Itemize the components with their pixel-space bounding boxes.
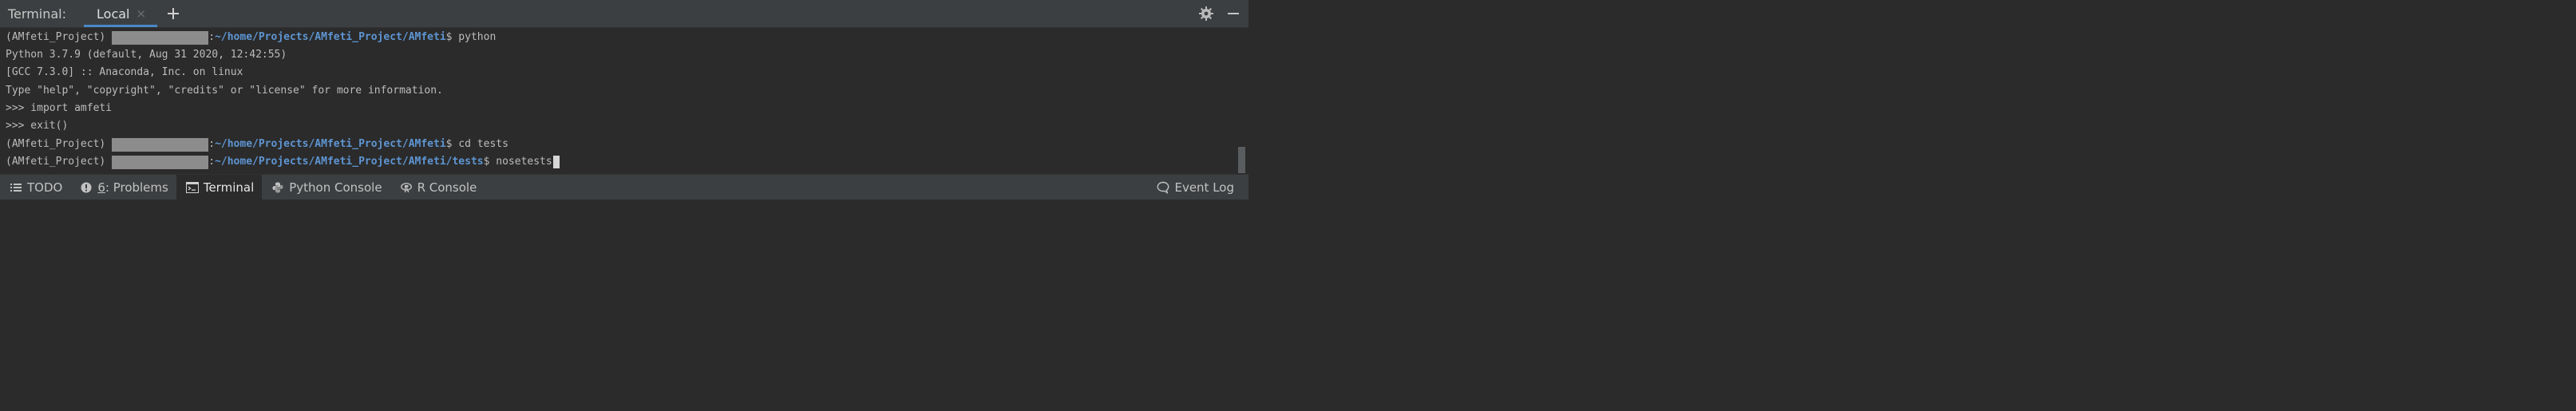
terminal-line: (AMfeti_Project) : ~/home/Projects/AMfet… <box>6 155 560 169</box>
terminal-header: Terminal: Local × <box>0 0 1248 28</box>
conda-env: (AMfeti_Project) <box>6 138 106 150</box>
list-icon <box>10 181 22 194</box>
problems-count: 6 <box>97 180 105 195</box>
prompt-path: ~/home/Projects/AMfeti_Project/AMfeti <box>215 31 446 43</box>
terminal-title: Terminal: <box>8 6 67 22</box>
command: $ python <box>445 31 497 43</box>
vertical-scrollbar[interactable] <box>1238 147 1245 173</box>
tab-local[interactable]: Local × <box>84 0 158 28</box>
redacted-hostname <box>112 155 209 169</box>
prompt-separator: : <box>208 138 216 150</box>
terminal-icon <box>185 181 199 194</box>
conda-env: (AMfeti_Project) <box>6 31 106 43</box>
close-tab-icon[interactable]: × <box>136 7 146 20</box>
terminal-output[interactable]: (AMfeti_Project) : ~/home/Projects/AMfet… <box>0 28 1248 174</box>
gear-icon[interactable] <box>1196 3 1217 24</box>
tool-window-bar: TODO 6 : Problems Terminal Python Consol… <box>0 174 1248 200</box>
prompt-path: ~/home/Projects/AMfeti_Project/AMfeti/te… <box>215 156 484 168</box>
problems-button[interactable]: 6 : Problems <box>70 175 176 200</box>
todo-button[interactable]: TODO <box>0 175 70 200</box>
text-cursor <box>552 156 560 168</box>
prompt-separator: : <box>208 156 216 168</box>
conda-env: (AMfeti_Project) <box>6 156 106 168</box>
terminal-line: >>> import amfeti <box>6 102 113 114</box>
prompt-separator: : <box>208 31 216 43</box>
r-console-label: R Console <box>417 180 477 195</box>
alert-icon <box>80 181 93 194</box>
tab-label: Local <box>97 6 130 22</box>
event-log-label: Event Log <box>1174 180 1234 195</box>
problems-label: : Problems <box>105 180 168 195</box>
event-log-button[interactable]: Event Log <box>1147 175 1242 200</box>
terminal-label: Terminal <box>203 180 255 195</box>
terminal-button[interactable]: Terminal <box>176 174 263 200</box>
command: $ nosetests <box>483 156 552 168</box>
command: $ cd tests <box>445 138 508 150</box>
terminal-line: (AMfeti_Project) : ~/home/Projects/AMfet… <box>6 137 508 152</box>
terminal-line: [GCC 7.3.0] :: Anaconda, Inc. on linux <box>6 66 243 78</box>
terminal-line: (AMfeti_Project) : ~/home/Projects/AMfet… <box>6 30 496 45</box>
terminal-tool-window: Terminal: Local × (AMfeti_Project): ~/h… <box>0 0 1248 200</box>
minimize-icon[interactable] <box>1223 3 1244 24</box>
python-console-label: Python Console <box>289 180 382 195</box>
speech-bubble-icon <box>1157 181 1169 194</box>
terminal-line: Python 3.7.9 (default, Aug 31 2020, 12:4… <box>6 49 287 61</box>
prompt-path: ~/home/Projects/AMfeti_Project/AMfeti <box>215 138 446 150</box>
active-tab-indicator <box>84 24 158 27</box>
plus-icon[interactable] <box>164 4 183 23</box>
r-icon <box>400 181 413 194</box>
terminal-line: >>> exit() <box>6 120 69 132</box>
r-console-button[interactable]: R Console <box>390 175 485 200</box>
todo-label: TODO <box>27 180 63 195</box>
python-icon <box>271 181 284 194</box>
python-console-button[interactable]: Python Console <box>262 175 390 200</box>
redacted-hostname <box>112 30 209 45</box>
terminal-line: Type "help", "copyright", "credits" or "… <box>6 85 443 97</box>
redacted-hostname <box>112 137 209 152</box>
